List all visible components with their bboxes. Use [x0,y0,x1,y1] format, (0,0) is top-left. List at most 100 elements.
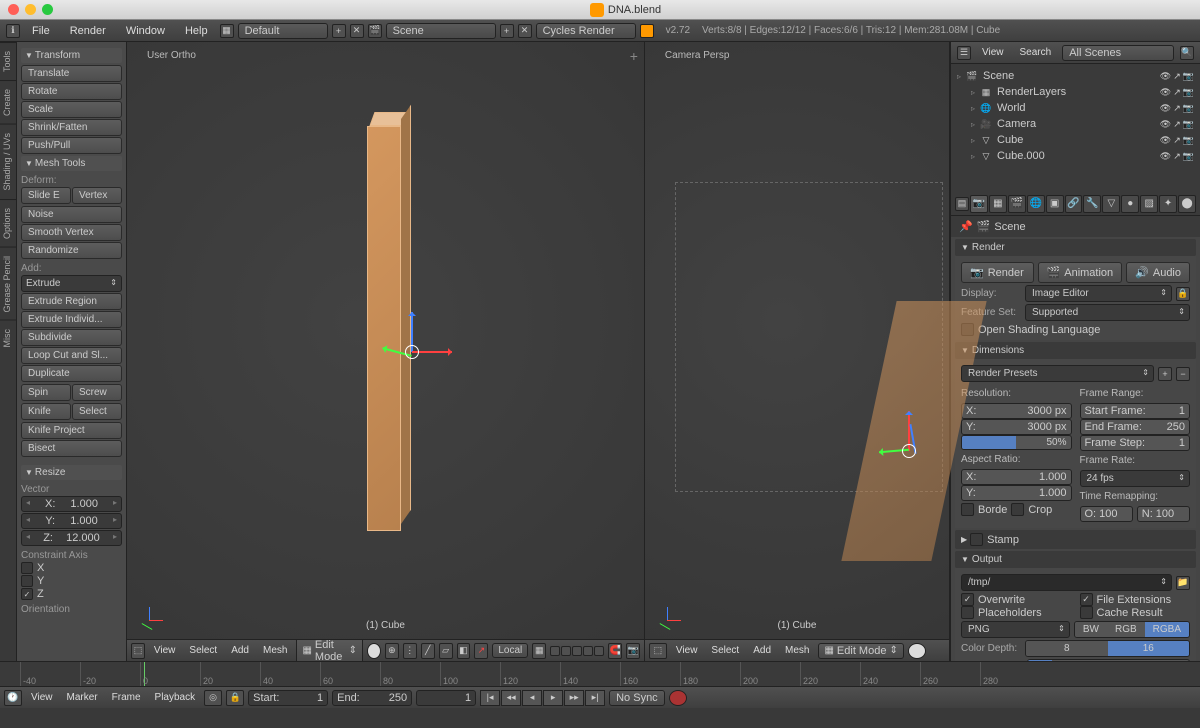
menu-help[interactable]: Help [177,23,216,39]
render-presets-dropdown[interactable]: Render Presets [961,365,1154,382]
resize-x-input[interactable]: X:1.000 [21,496,122,512]
spin-button[interactable]: Spin [21,384,71,401]
osl-check[interactable]: Open Shading Language [961,323,1190,336]
jump-end-icon[interactable]: ▸| [585,690,605,706]
editor-type-icon[interactable]: ▤ [955,197,969,211]
view-menu[interactable]: View [671,645,703,656]
timeline-ruler[interactable]: -40-200204060801001201401601802002202402… [0,662,1200,686]
outliner-view-menu[interactable]: View [977,47,1009,58]
timeline-frame-menu[interactable]: Frame [107,692,146,703]
resize-operator-section[interactable]: Resize [21,465,122,480]
world-tab-icon[interactable]: 🌐 [1027,195,1045,213]
stamp-section[interactable]: Stamp [955,530,1196,549]
outliner-item[interactable]: ▹▽Cube👁↗📷 [969,132,1196,148]
close-window-icon[interactable] [8,4,19,15]
constraint-x-check[interactable]: X [21,562,122,574]
timeline-playback-menu[interactable]: Playback [150,692,201,703]
shading-icon[interactable] [367,643,381,659]
editor-type-icon[interactable]: ℹ [6,24,20,38]
filter-icon[interactable]: 🔍 [1180,46,1194,60]
shrink-fatten-button[interactable]: Shrink/Fatten [21,119,122,136]
layers-icon[interactable]: ▦ [532,643,546,659]
start-frame-input[interactable]: Start Frame:1 [1080,403,1191,419]
constraint-y-check[interactable]: Y [21,575,122,587]
format-dropdown[interactable]: PNG [961,621,1070,638]
delete-layout-icon[interactable]: ✕ [350,24,364,38]
outliner-search-menu[interactable]: Search [1015,47,1057,58]
resolution-x-input[interactable]: X:3000 px [961,403,1072,419]
extrude-dropdown[interactable]: Extrude [21,275,122,292]
lock-range-icon[interactable]: 🔒 [226,690,244,706]
display-dropdown[interactable]: Image Editor [1025,285,1172,302]
render-button[interactable]: 📷Render [961,262,1034,283]
material-tab-icon[interactable]: ● [1121,195,1139,213]
select-menu[interactable]: Select [706,645,744,656]
end-frame-input[interactable]: End Frame:250 [1080,419,1191,435]
mesh-menu[interactable]: Mesh [780,645,814,656]
add-scene-icon[interactable]: + [500,24,514,38]
duplicate-button[interactable]: Duplicate [21,365,122,382]
knife-button[interactable]: Knife [21,403,71,420]
maximize-window-icon[interactable] [42,4,53,15]
constraints-tab-icon[interactable]: 🔗 [1065,195,1083,213]
tab-grease-pencil[interactable]: Grease Pencil [0,247,16,321]
menu-window[interactable]: Window [118,23,173,39]
face-select-icon[interactable]: ▱ [439,643,453,659]
engine-dropdown[interactable]: Cycles Render [536,23,636,39]
outliner-item[interactable]: ▹🌐World👁↗📷 [969,100,1196,116]
extrude-region-button[interactable]: Extrude Region [21,293,122,310]
outliner-item[interactable]: ▹🎥Camera👁↗📷 [969,116,1196,132]
slide-edge-button[interactable]: Slide E [21,187,71,204]
resolution-y-input[interactable]: Y:3000 px [961,419,1072,435]
cache-result-check[interactable]: Cache Result [1080,606,1191,619]
outliner-item[interactable]: ▹▦RenderLayers👁↗📷 [969,84,1196,100]
menu-render[interactable]: Render [62,23,114,39]
scene-icon[interactable]: 🎬 [368,24,382,38]
screw-button[interactable]: Screw [72,384,122,401]
layout-dropdown[interactable]: Default [238,23,328,39]
bisect-button[interactable]: Bisect [21,440,122,457]
texture-tab-icon[interactable]: ▨ [1140,195,1158,213]
scene-dropdown[interactable]: Scene [386,23,496,39]
play-reverse-icon[interactable]: ◂ [522,690,542,706]
keyframe-next-icon[interactable]: ▸▸ [564,690,584,706]
manipulator-icon[interactable]: ↗ [474,643,488,659]
timeline-view-menu[interactable]: View [26,692,58,703]
modifiers-tab-icon[interactable]: 🔧 [1083,195,1101,213]
select-menu[interactable]: Select [184,645,222,656]
editor-type-icon[interactable]: ☰ [957,46,971,60]
pin-icon[interactable]: 📌 [959,220,973,233]
outliner-item[interactable]: ▹🎬Scene👁↗📷 [955,68,1196,84]
delete-scene-icon[interactable]: ✕ [518,24,532,38]
frame-step-input[interactable]: Frame Step:1 [1080,435,1191,451]
sync-dropdown[interactable]: No Sync [609,690,665,706]
add-menu[interactable]: Add [748,645,776,656]
minimize-window-icon[interactable] [25,4,36,15]
resolution-pct-slider[interactable]: 50% [961,435,1072,450]
aspect-x-input[interactable]: X:1.000 [961,469,1072,485]
dimensions-section[interactable]: Dimensions [955,342,1196,359]
layer-buttons[interactable] [550,646,604,656]
data-tab-icon[interactable]: ▽ [1102,195,1120,213]
placeholders-check[interactable]: Placeholders [961,606,1072,619]
tab-create[interactable]: Create [0,80,16,124]
resize-z-input[interactable]: Z:12.000 [21,530,122,546]
physics-tab-icon[interactable]: ⬤ [1178,195,1196,213]
remove-preset-icon[interactable]: − [1176,367,1190,381]
animation-button[interactable]: 🎬Animation [1038,262,1123,283]
editor-type-icon[interactable]: 🕐 [4,690,22,706]
frame-rate-dropdown[interactable]: 24 fps [1080,470,1191,487]
object-tab-icon[interactable]: ▣ [1046,195,1064,213]
viewport-right[interactable]: Camera Persp (1) Cube ⬚ View Select Add … [645,42,950,661]
range-icon[interactable]: ◎ [204,690,222,706]
mesh-tools-section[interactable]: Mesh Tools [21,156,122,171]
menu-file[interactable]: File [24,23,58,39]
timeline-marker-menu[interactable]: Marker [62,692,103,703]
autokey-icon[interactable] [669,690,687,706]
pivot-icon[interactable]: ⊕ [385,643,399,659]
rotate-button[interactable]: Rotate [21,83,122,100]
orientation-dropdown[interactable]: Local [492,643,528,658]
toggle-properties-icon[interactable]: + [630,48,638,64]
scale-button[interactable]: Scale [21,101,122,118]
aspect-y-input[interactable]: Y:1.000 [961,485,1072,501]
